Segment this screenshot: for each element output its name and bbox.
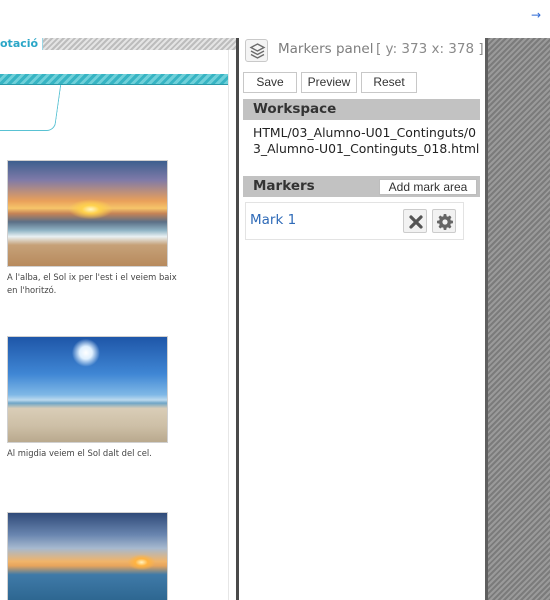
sunrise-beach-photo: [7, 160, 168, 267]
markers-panel: Markers panel [ y: 373 x: 378 ] Save Pre…: [239, 38, 485, 600]
photo-caption: A l'alba, el Sol ix per l'est i el veiem…: [7, 272, 177, 295]
app-window: → otació A l'alba, el Sol ix per l'est i…: [0, 0, 550, 600]
midday-beach-photo: [7, 336, 168, 443]
marker-settings-button[interactable]: [432, 209, 456, 233]
photo-caption: Al migdia veiem el Sol dalt del cel.: [7, 448, 152, 458]
workspace-heading: Workspace: [243, 99, 480, 120]
marker-item[interactable]: Mark 1: [245, 202, 464, 240]
panel-title: Markers panel: [278, 41, 374, 57]
workspace-path: HTML/03_Alumno-U01_Continguts/03_Alumno-…: [253, 125, 480, 156]
markers-heading-label: Markers: [253, 178, 315, 194]
marker-label[interactable]: Mark 1: [250, 212, 296, 228]
content-tab-label[interactable]: otació: [0, 38, 44, 50]
add-mark-area-button[interactable]: Add mark area: [379, 179, 477, 195]
gear-icon: [437, 214, 453, 230]
layers-button[interactable]: [245, 39, 268, 62]
empty-canvas-area: [485, 38, 550, 600]
cursor-coordinates: [ y: 373 x: 378 ]: [376, 41, 484, 57]
content-frame: otació A l'alba, el Sol ix per l'est i e…: [0, 38, 238, 600]
sunset-beach-photo: [7, 512, 168, 600]
preview-button[interactable]: Preview: [301, 72, 357, 93]
save-button[interactable]: Save: [243, 72, 297, 93]
layers-icon: [249, 43, 266, 59]
close-icon: [409, 215, 423, 229]
arrow-right-icon[interactable]: →: [531, 8, 541, 22]
top-bar: →: [0, 0, 550, 38]
panel-header: Markers panel [ y: 373 x: 378 ]: [239, 38, 485, 64]
section-tab-shape: [0, 85, 62, 131]
delete-marker-button[interactable]: [403, 209, 427, 233]
frame-header: otació: [0, 38, 238, 50]
section-banner: [0, 74, 228, 85]
reset-button[interactable]: Reset: [361, 72, 417, 93]
